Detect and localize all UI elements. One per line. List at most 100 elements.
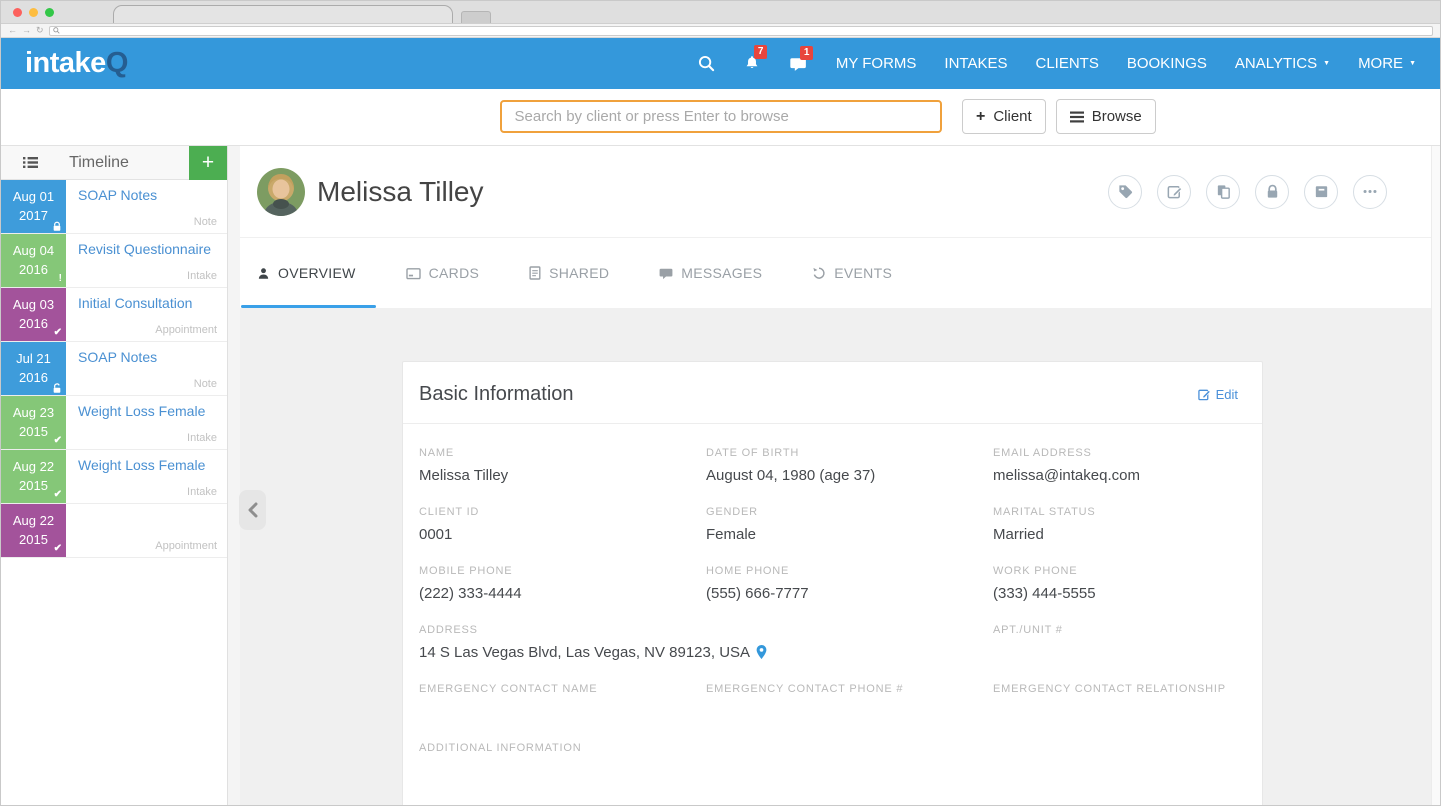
timeline-entry[interactable]: Aug 22 2015 ✔ Weight Loss Female Intake <box>1 450 227 504</box>
add-timeline-item-button[interactable]: + <box>189 146 227 180</box>
tab-overview[interactable]: OVERVIEW <box>257 238 356 308</box>
nav-clients[interactable]: CLIENTS <box>1035 55 1098 72</box>
exclamation-icon: ! <box>59 272 62 286</box>
fields-grid: NAMEMelissa Tilley DATE OF BIRTHAugust 0… <box>403 424 1262 779</box>
field-value: Married <box>993 525 1246 543</box>
list-view-icon[interactable] <box>23 156 38 169</box>
field-value: melissa@intakeq.com <box>993 466 1246 484</box>
entry-date-line2: 2016 <box>19 315 48 333</box>
nav-my-forms[interactable]: MY FORMS <box>836 55 917 72</box>
field-value: (555) 666-7777 <box>706 584 993 602</box>
field-row: ADDRESS 14 S Las Vegas Blvd, Las Vegas, … <box>419 624 1246 661</box>
field-value <box>993 702 1246 720</box>
nav-bookings[interactable]: BOOKINGS <box>1127 55 1207 72</box>
add-client-button[interactable]: +Client <box>962 99 1046 134</box>
client-search-input[interactable] <box>500 100 942 133</box>
browser-tab[interactable] <box>113 5 453 23</box>
entry-type: Intake <box>187 270 217 282</box>
timeline-entry[interactable]: Jul 21 2016 SOAP Notes Note <box>1 342 227 396</box>
entry-date-line2: 2015 <box>19 531 48 549</box>
field: EMERGENCY CONTACT RELATIONSHIP <box>993 683 1246 720</box>
field-label: EMAIL ADDRESS <box>993 447 1246 459</box>
browse-button[interactable]: Browse <box>1056 99 1156 134</box>
reload-icon[interactable]: ↻ <box>36 26 44 35</box>
field: GENDERFemale <box>706 506 993 543</box>
map-pin-icon[interactable] <box>756 645 767 659</box>
tab-messages[interactable]: MESSAGES <box>659 238 762 308</box>
field-value <box>419 702 706 720</box>
lock-button[interactable] <box>1255 175 1289 209</box>
nav-analytics[interactable]: ANALYTICS▼ <box>1235 55 1330 72</box>
nav-intakes[interactable]: INTAKES <box>944 55 1007 72</box>
client-avatar[interactable] <box>257 168 305 216</box>
intakeq-logo[interactable]: intakeQ <box>25 47 128 80</box>
field-label: CLIENT ID <box>419 506 706 518</box>
zoom-window-button[interactable] <box>45 8 54 17</box>
entry-title[interactable]: Initial Consultation <box>78 295 217 311</box>
entry-date: Aug 04 2016 ! <box>1 234 66 287</box>
field-value <box>419 761 706 779</box>
timeline-entry[interactable]: Aug 03 2016 ✔ Initial Consultation Appoi… <box>1 288 227 342</box>
person-icon <box>257 267 270 280</box>
panel-gap <box>228 146 240 805</box>
entry-body: Initial Consultation Appointment <box>66 288 227 341</box>
timeline-entry[interactable]: Aug 01 2017 SOAP Notes Note <box>1 180 227 234</box>
entry-title[interactable]: Weight Loss Female <box>78 457 217 473</box>
field-label: MOBILE PHONE <box>419 565 706 577</box>
messages-button[interactable]: 1 <box>789 55 808 73</box>
edit-basic-info-link[interactable]: Edit <box>1198 387 1238 402</box>
entry-title[interactable]: Revisit Questionnaire <box>78 241 217 257</box>
tag-button[interactable] <box>1108 175 1142 209</box>
collapse-sidebar-handle[interactable] <box>239 490 266 530</box>
forward-icon[interactable]: → <box>22 26 31 35</box>
entry-body: Weight Loss Female Intake <box>66 396 227 449</box>
card-icon <box>406 267 421 280</box>
logo-q-text: Q <box>106 47 128 79</box>
nav-more[interactable]: MORE▼ <box>1358 55 1416 72</box>
field-label: MARITAL STATUS <box>993 506 1246 518</box>
close-window-button[interactable] <box>13 8 22 17</box>
tab-cards[interactable]: CARDS <box>406 238 480 308</box>
field: ADDRESS 14 S Las Vegas Blvd, Las Vegas, … <box>419 624 993 661</box>
new-tab-button[interactable] <box>461 11 491 23</box>
notifications-button[interactable]: 7 <box>743 54 761 73</box>
entry-type: Appointment <box>155 324 217 336</box>
more-button[interactable] <box>1353 175 1387 209</box>
nav-label: ANALYTICS <box>1235 55 1317 72</box>
client-panel: Melissa Tilley <box>240 146 1431 805</box>
tab-events[interactable]: EVENTS <box>812 238 892 308</box>
entry-type: Note <box>194 216 217 228</box>
nav-label: BOOKINGS <box>1127 55 1207 72</box>
archive-button[interactable] <box>1304 175 1338 209</box>
scrollbar-gutter[interactable] <box>1431 146 1440 805</box>
field-row: MOBILE PHONE(222) 333-4444 HOME PHONE(55… <box>419 565 1246 602</box>
address-text: 14 S Las Vegas Blvd, Las Vegas, NV 89123… <box>419 644 750 661</box>
entry-title[interactable]: SOAP Notes <box>78 187 217 203</box>
chat-icon <box>659 267 673 280</box>
back-icon[interactable]: ← <box>8 26 17 35</box>
address-bar[interactable] <box>49 26 1433 36</box>
copy-button[interactable] <box>1206 175 1240 209</box>
tab-label: OVERVIEW <box>278 265 356 281</box>
timeline-entry[interactable]: Aug 23 2015 ✔ Weight Loss Female Intake <box>1 396 227 450</box>
list-icon <box>1070 111 1084 123</box>
timeline-entry[interactable]: Aug 04 2016 ! Revisit Questionnaire Inta… <box>1 234 227 288</box>
minimize-window-button[interactable] <box>29 8 38 17</box>
add-client-label: Client <box>993 108 1031 125</box>
timeline-entry[interactable]: Aug 22 2015 ✔ Appointment <box>1 504 227 558</box>
field-label: GENDER <box>706 506 993 518</box>
field-label: WORK PHONE <box>993 565 1246 577</box>
more-icon <box>1361 183 1379 200</box>
entry-title[interactable]: SOAP Notes <box>78 349 217 365</box>
field-row: EMERGENCY CONTACT NAME EMERGENCY CONTACT… <box>419 683 1246 720</box>
content-area: Timeline + Aug 01 2017 SOAP Notes Note <box>1 146 1440 805</box>
document-icon <box>529 266 541 280</box>
edit-button[interactable] <box>1157 175 1191 209</box>
search-button[interactable] <box>698 55 715 72</box>
tab-shared[interactable]: SHARED <box>529 238 609 308</box>
top-navigation: 7 1 MY FORMS INTAKES CLIENTS BOOKINGS AN… <box>698 54 1416 73</box>
search-icon <box>698 55 715 72</box>
entry-date: Aug 23 2015 ✔ <box>1 396 66 449</box>
entry-date-line1: Aug 22 <box>13 458 54 476</box>
entry-title[interactable]: Weight Loss Female <box>78 403 217 419</box>
